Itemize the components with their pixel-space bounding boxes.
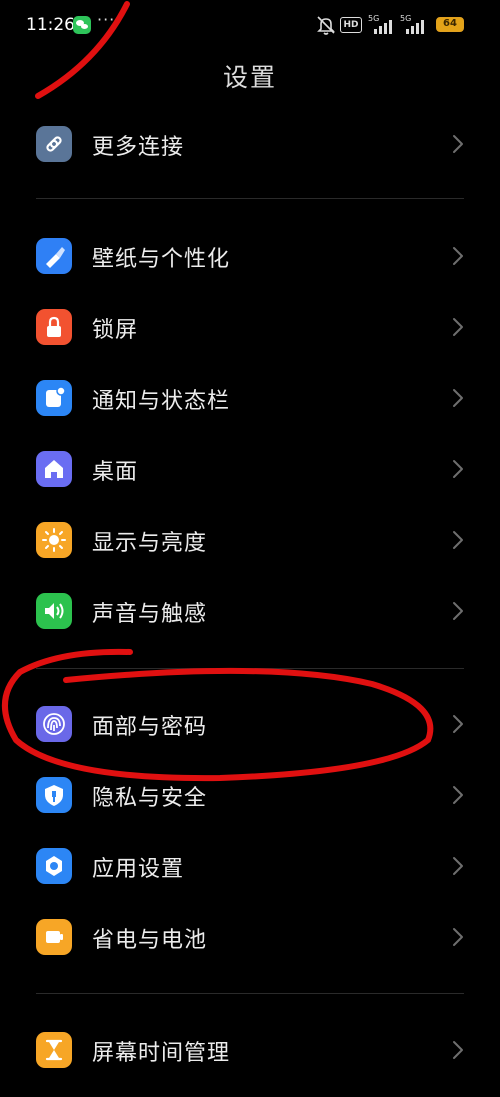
settings-item[interactable]: 通知与状态栏 — [0, 368, 500, 428]
settings-item-label: 省电与电池 — [92, 928, 208, 953]
section-divider — [36, 993, 464, 994]
settings-item[interactable]: 桌面 — [0, 439, 500, 499]
chevron-right-icon — [452, 785, 464, 805]
chevron-right-icon — [452, 388, 464, 408]
sun-icon — [36, 522, 72, 558]
settings-item[interactable]: 应用设置 — [0, 836, 500, 896]
settings-item-label: 声音与触感 — [92, 602, 208, 627]
lock-icon — [36, 309, 72, 345]
hourglass-icon — [36, 1032, 72, 1068]
settings-item[interactable]: 屏幕时间管理 — [0, 1020, 500, 1080]
home-icon — [36, 451, 72, 487]
signal-5g-icon: 5G — [400, 14, 428, 36]
chevron-right-icon — [452, 1040, 464, 1060]
settings-item[interactable]: 锁屏 — [0, 297, 500, 357]
chevron-right-icon — [452, 459, 464, 479]
settings-item[interactable]: 隐私与安全 — [0, 765, 500, 825]
chevron-right-icon — [452, 530, 464, 550]
battery-icon — [36, 919, 72, 955]
battery-indicator: 64 — [436, 17, 464, 32]
settings-item-label: 面部与密码 — [92, 715, 208, 740]
chevron-right-icon — [452, 317, 464, 337]
notification-icon — [36, 380, 72, 416]
settings-item-label: 应用设置 — [92, 857, 185, 882]
settings-item-label: 桌面 — [92, 460, 139, 485]
settings-item-label: 显示与亮度 — [92, 531, 208, 556]
chevron-right-icon — [452, 601, 464, 621]
section-divider — [36, 668, 464, 669]
status-bar: 11:26 ··· HD 5G 5G 64 — [0, 0, 500, 52]
settings-item[interactable]: 省电与电池 — [0, 907, 500, 967]
privacy-shield-icon — [36, 777, 72, 813]
speaker-icon — [36, 593, 72, 629]
settings-item-label: 锁屏 — [92, 318, 139, 343]
more-notifications-icon: ··· — [97, 10, 116, 29]
hd-voice-icon: HD — [340, 17, 362, 33]
section-divider — [36, 198, 464, 199]
settings-item-label: 壁纸与个性化 — [92, 247, 231, 272]
settings-item-label: 通知与状态栏 — [92, 389, 231, 414]
settings-item[interactable]: 更多连接 — [0, 114, 500, 174]
settings-item[interactable]: 面部与密码 — [0, 694, 500, 754]
link-icon — [36, 126, 72, 162]
chevron-right-icon — [452, 927, 464, 947]
app-settings-gear-icon — [36, 848, 72, 884]
status-time: 11:26 — [26, 15, 75, 35]
chevron-right-icon — [452, 714, 464, 734]
settings-item-label: 屏幕时间管理 — [92, 1041, 231, 1066]
settings-item[interactable]: 显示与亮度 — [0, 510, 500, 570]
chevron-right-icon — [452, 134, 464, 154]
settings-item[interactable]: 声音与触感 — [0, 581, 500, 641]
fingerprint-icon — [36, 706, 72, 742]
muted-bell-icon — [315, 14, 337, 36]
settings-item-label: 更多连接 — [92, 135, 185, 160]
chevron-right-icon — [452, 856, 464, 876]
settings-item[interactable]: 壁纸与个性化 — [0, 226, 500, 286]
chevron-right-icon — [452, 246, 464, 266]
brush-icon — [36, 238, 72, 274]
wechat-notification-icon — [73, 16, 91, 34]
page-title: 设置 — [222, 63, 277, 92]
settings-item-label: 隐私与安全 — [92, 786, 208, 811]
signal-5g-icon: 5G — [368, 14, 396, 36]
